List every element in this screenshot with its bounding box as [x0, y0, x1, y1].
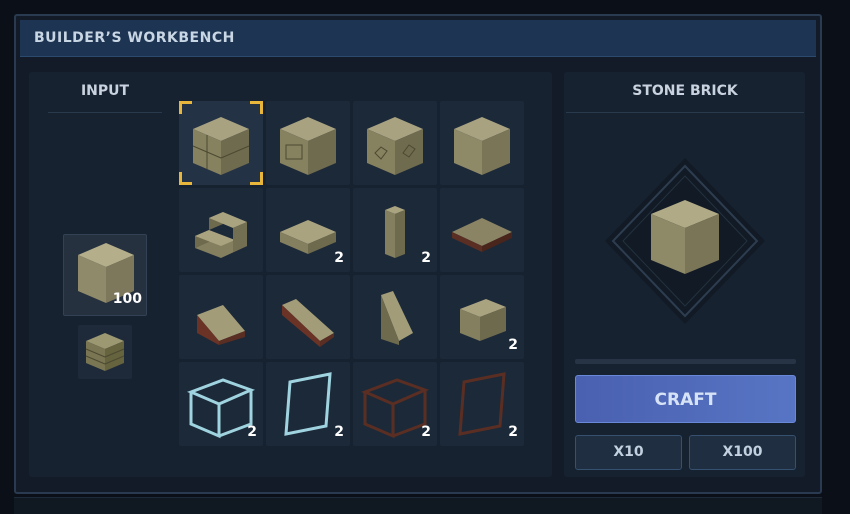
recipe-slot[interactable]: 2: [353, 188, 437, 272]
recipe-slot[interactable]: [266, 101, 350, 185]
craft-x100-button[interactable]: X100: [689, 435, 796, 470]
recipe-slot[interactable]: [179, 275, 263, 359]
input-label: INPUT: [80, 83, 130, 99]
stone-diagonal-ramp-icon: [282, 299, 334, 347]
recipe-slot[interactable]: 2: [266, 188, 350, 272]
recipe-slot[interactable]: 2: [440, 275, 524, 359]
craft-x10-button[interactable]: X10: [575, 435, 682, 470]
carved-stone-block-icon: [280, 117, 336, 175]
selection-corner: [179, 101, 192, 114]
input-secondary-slot[interactable]: [78, 325, 132, 379]
chiseled-stone-block-icon: [367, 117, 423, 175]
cobblestone-block-icon: [85, 333, 125, 371]
recipe-yield-count: 2: [421, 250, 431, 266]
output-divider: [566, 112, 804, 113]
recipe-slot[interactable]: [440, 188, 524, 272]
recipe-slot[interactable]: [353, 275, 437, 359]
input-count: 100: [112, 291, 142, 307]
recipe-slot[interactable]: [440, 101, 524, 185]
recipe-yield-count: 2: [508, 424, 518, 440]
recipe-slot[interactable]: 2: [179, 362, 263, 446]
recipe-slot[interactable]: 2: [353, 362, 437, 446]
selection-corner: [250, 172, 263, 185]
input-divider: [48, 112, 162, 113]
recipe-yield-count: 2: [247, 424, 257, 440]
bottom-bar: [14, 497, 822, 514]
output-preview: [605, 158, 765, 324]
recipe-slot[interactable]: [179, 188, 263, 272]
smooth-stone-block-icon: [454, 117, 510, 175]
stone-brick-cube-icon: [651, 200, 719, 274]
stone-platform-icon: [452, 218, 512, 252]
window-title: BUILDER’S WORKBENCH: [34, 30, 235, 46]
output-title: STONE BRICK: [632, 83, 738, 99]
stone-corner-ramp-icon: [381, 291, 413, 345]
recipe-slot[interactable]: [179, 101, 263, 185]
recipe-slot[interactable]: 2: [440, 362, 524, 446]
selection-corner: [179, 172, 192, 185]
craft-button[interactable]: CRAFT: [575, 375, 796, 423]
recipe-slot[interactable]: [353, 101, 437, 185]
stone-stairs-icon: [195, 212, 247, 258]
recipe-slot[interactable]: [266, 275, 350, 359]
recipe-yield-count: 2: [421, 424, 431, 440]
recipe-yield-count: 2: [334, 424, 344, 440]
recipe-slot[interactable]: 2: [266, 362, 350, 446]
recipe-yield-count: 2: [508, 337, 518, 353]
input-slot[interactable]: 100: [63, 234, 147, 316]
selection-corner: [250, 101, 263, 114]
title-bar: BUILDER’S WORKBENCH: [20, 20, 816, 57]
craft-progress-bar: [575, 359, 796, 364]
stone-ramp-icon: [197, 305, 245, 345]
recipe-yield-count: 2: [334, 250, 344, 266]
